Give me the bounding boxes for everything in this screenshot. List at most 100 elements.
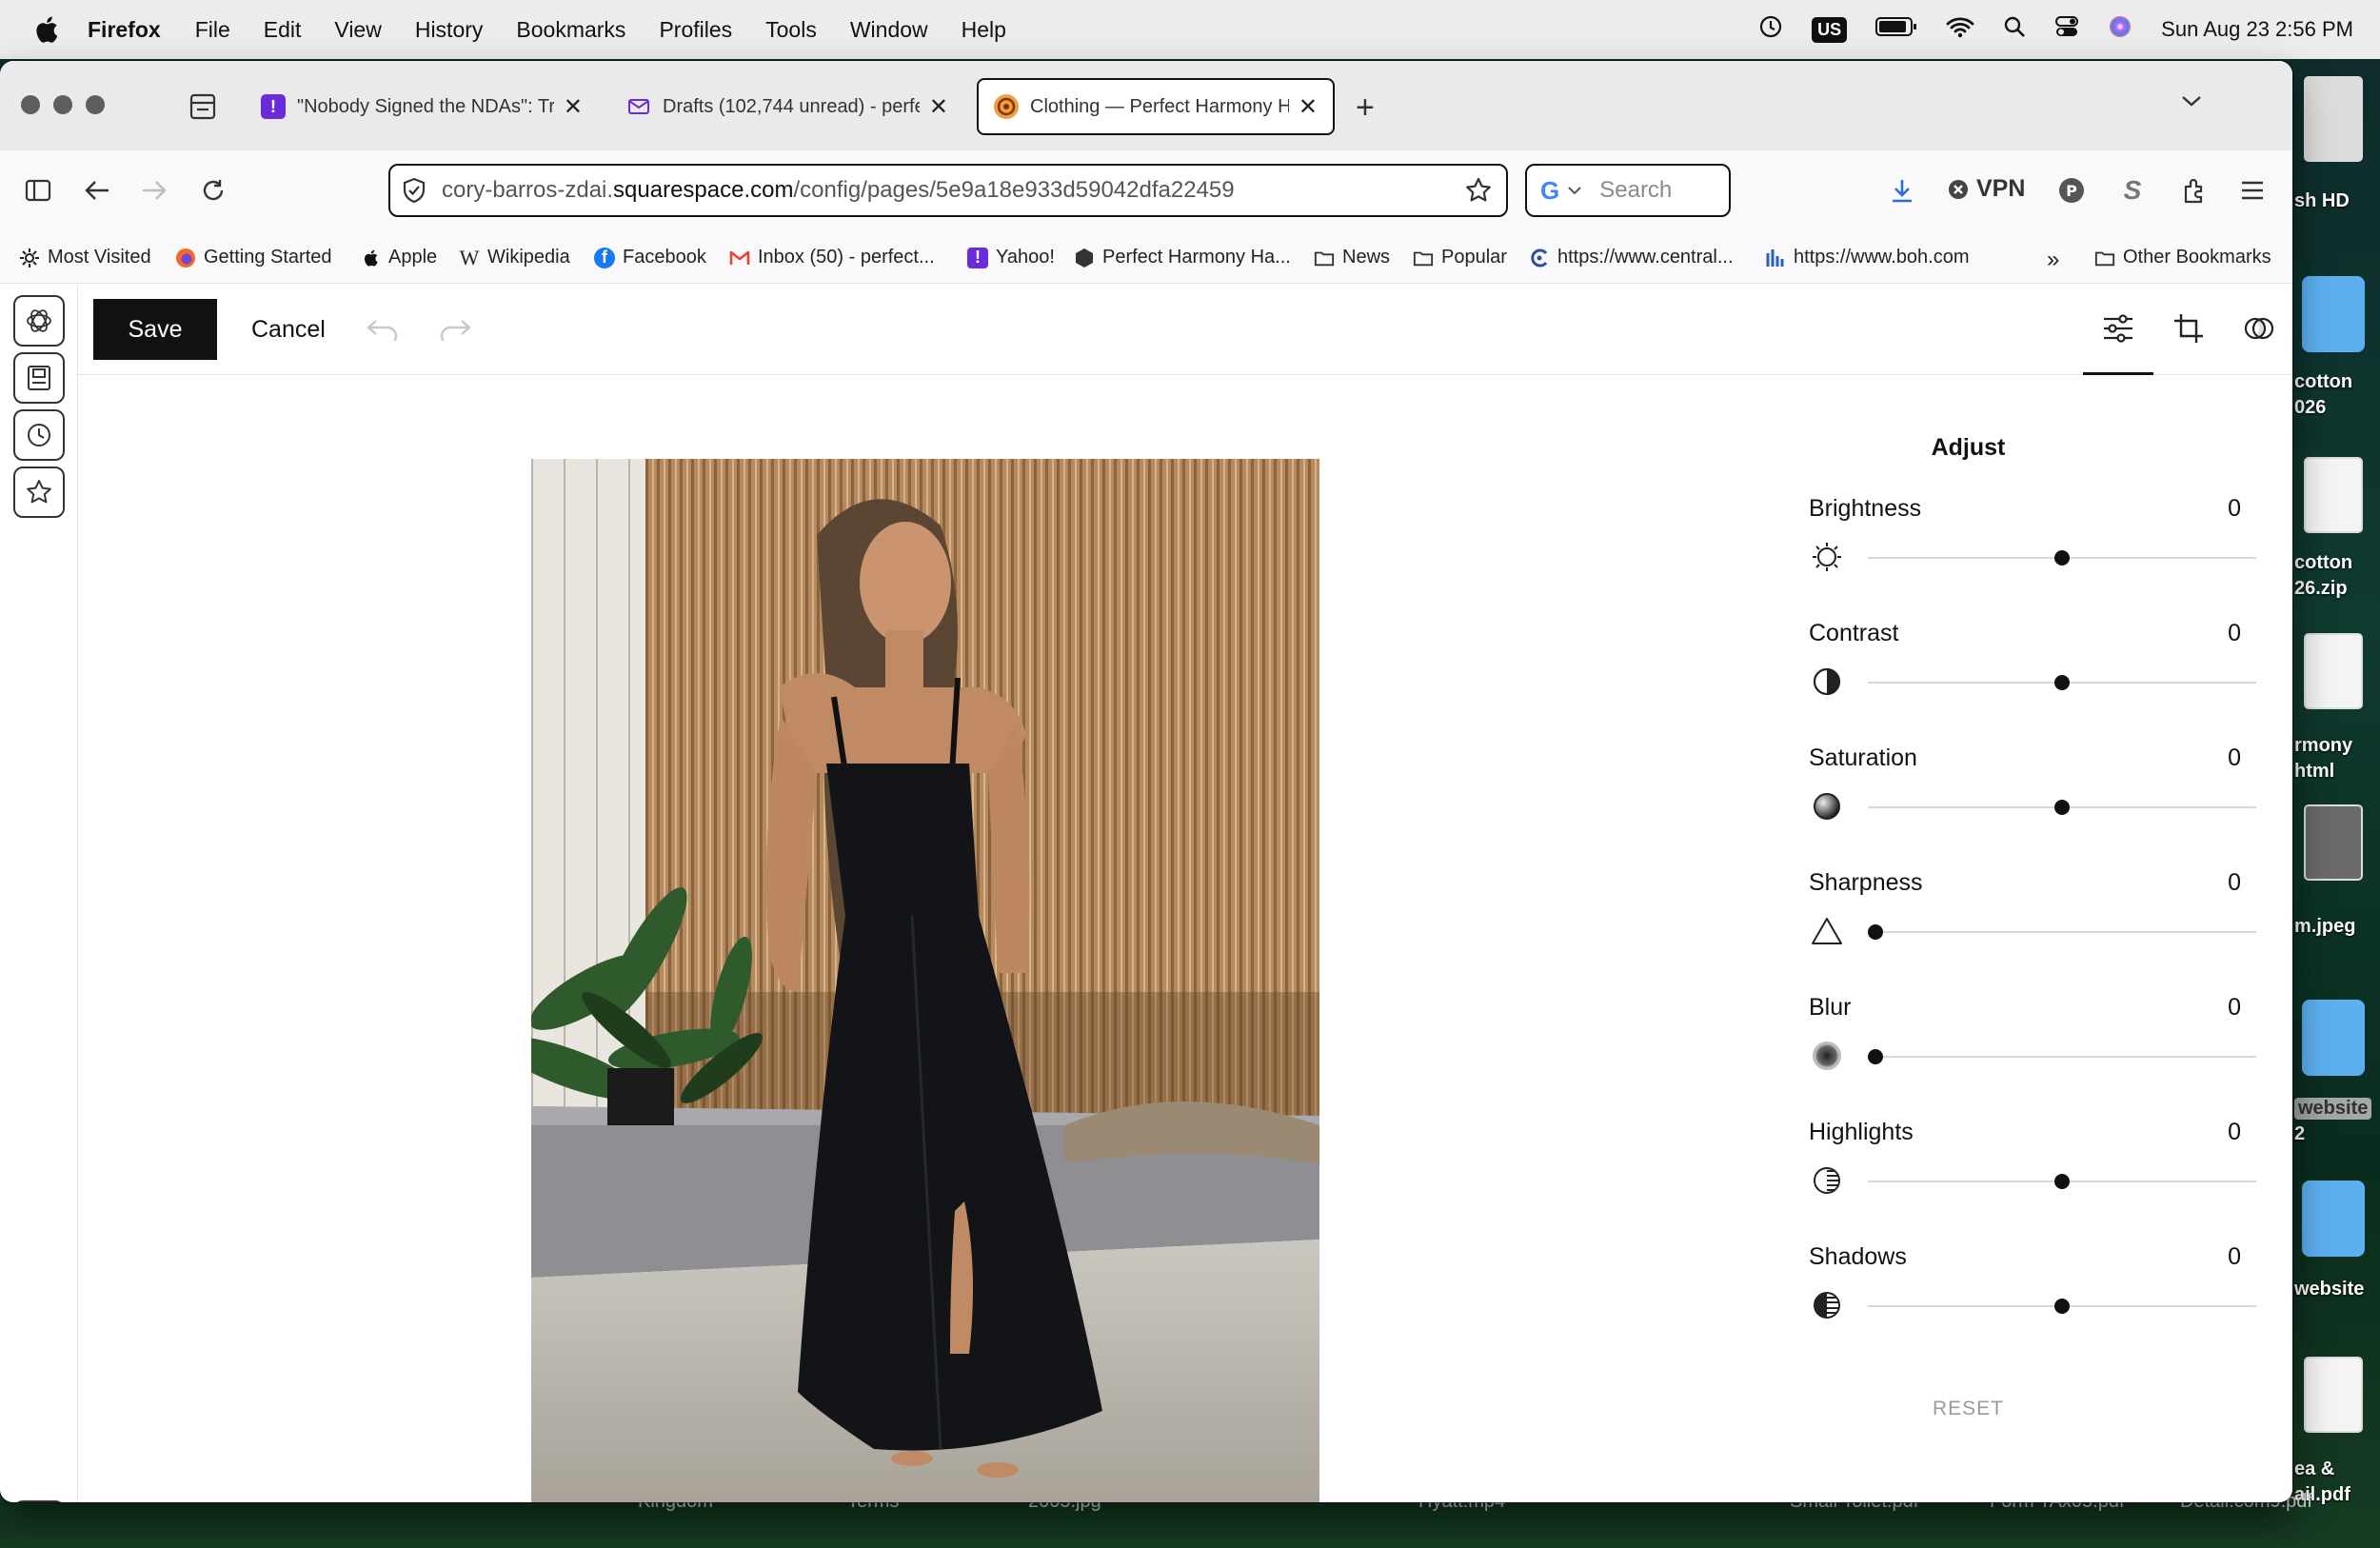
crop-icon[interactable]	[2165, 305, 2212, 352]
window-close-button[interactable]	[21, 95, 40, 114]
save-button[interactable]: Save	[93, 299, 217, 360]
menu-view[interactable]: View	[334, 17, 381, 43]
bookmark-facebook[interactable]: f Facebook	[594, 247, 706, 268]
downloads-icon[interactable]	[1883, 171, 1921, 209]
tab-list-chevron-icon[interactable]	[2180, 93, 2203, 113]
desktop-file-icon[interactable]	[2304, 1357, 2363, 1433]
desktop-label[interactable]: 026	[2294, 397, 2326, 419]
reload-icon[interactable]	[194, 171, 232, 209]
highlights-slider-thumb[interactable]	[2054, 1174, 2070, 1189]
time-machine-icon[interactable]	[1758, 14, 1783, 45]
url-bar[interactable]: cory-barros-zdai.squarespace.com/config/…	[388, 164, 1508, 217]
redo-icon[interactable]	[436, 310, 474, 348]
screenshot-save-icon[interactable]	[13, 352, 65, 404]
vpn-button[interactable]: VPN	[1948, 175, 2025, 203]
back-arrow-icon[interactable]	[78, 171, 116, 209]
menu-profiles[interactable]: Profiles	[659, 17, 732, 43]
bookmark-folder-popular[interactable]: Popular	[1413, 247, 1507, 268]
search-box[interactable]: G Search	[1525, 164, 1731, 217]
siri-icon[interactable]	[2108, 14, 2132, 45]
window-zoom-button[interactable]	[86, 95, 105, 114]
blur-slider-thumb[interactable]	[1868, 1049, 1883, 1064]
bookmark-getting-started[interactable]: Getting Started	[175, 247, 332, 268]
desktop-label[interactable]: sh HD	[2294, 190, 2350, 212]
hamburger-menu-icon[interactable]	[2233, 171, 2271, 209]
tab-drafts[interactable]: Drafts (102,744 unread) - perfe ✕	[611, 78, 963, 135]
search-engine-chevron-icon[interactable]	[1567, 185, 1582, 196]
brightness-value[interactable]: 0	[2228, 495, 2241, 523]
menu-app-name[interactable]: Firefox	[88, 17, 161, 43]
desktop-label[interactable]: cotton	[2294, 552, 2352, 574]
tab-close-icon[interactable]: ✕	[1299, 93, 1318, 121]
history-clock-icon[interactable]	[13, 409, 65, 461]
bookmark-other-bookmarks[interactable]: Other Bookmarks	[2094, 247, 2271, 268]
filters-circles-icon[interactable]	[2235, 305, 2283, 352]
desktop-label[interactable]: website	[2294, 1098, 2372, 1120]
bookmarks-overflow-chevron-icon[interactable]: »	[2047, 247, 2059, 273]
shadows-value[interactable]: 0	[2228, 1243, 2241, 1271]
bookmark-most-visited[interactable]: Most Visited	[19, 247, 151, 268]
favorites-star-icon[interactable]	[13, 466, 65, 518]
menu-file[interactable]: File	[195, 17, 230, 43]
menu-edit[interactable]: Edit	[264, 17, 302, 43]
pocket-p-icon[interactable]: P	[2053, 171, 2091, 209]
tab-close-icon[interactable]: ✕	[929, 93, 948, 121]
desktop-folder-icon[interactable]	[2302, 276, 2365, 352]
sharpness-value[interactable]: 0	[2228, 869, 2241, 897]
sharpness-slider-track[interactable]	[1868, 931, 2256, 933]
tracking-protection-shield-icon[interactable]	[402, 177, 426, 204]
extension-s-icon[interactable]: S	[2113, 171, 2152, 209]
menu-tools[interactable]: Tools	[765, 17, 817, 43]
bookmark-folder-news[interactable]: News	[1314, 247, 1390, 268]
control-center-icon[interactable]	[2054, 14, 2079, 45]
desktop-image-icon[interactable]	[2304, 804, 2363, 881]
bookmark-star-icon[interactable]	[1464, 176, 1493, 205]
blur-value[interactable]: 0	[2228, 994, 2241, 1022]
bookmark-boh[interactable]: https://www.boh.com	[1765, 247, 1970, 268]
tab-close-icon[interactable]: ✕	[564, 93, 583, 121]
wifi-icon[interactable]	[1946, 15, 1974, 44]
desktop-label[interactable]: rmony	[2294, 735, 2352, 757]
tab-nobody-signed[interactable]: ! "Nobody Signed the NDAs": Tra ✕	[246, 78, 598, 135]
forward-arrow-icon[interactable]	[135, 171, 173, 209]
menu-history[interactable]: History	[415, 17, 484, 43]
reset-button[interactable]: RESET	[1780, 1398, 2156, 1420]
chatgpt-icon[interactable]	[13, 295, 65, 347]
shadows-slider-thumb[interactable]	[2054, 1299, 2070, 1314]
desktop-label[interactable]: ea &	[2294, 1459, 2334, 1480]
menu-help[interactable]: Help	[962, 17, 1006, 43]
window-minimize-button[interactable]	[53, 95, 72, 114]
battery-icon[interactable]	[1875, 16, 1917, 43]
settings-gear-icon[interactable]	[13, 1500, 65, 1502]
desktop-folder-icon[interactable]	[2302, 1000, 2365, 1076]
spotlight-search-icon[interactable]	[2003, 15, 2026, 44]
menu-bar-clock[interactable]: Sun Aug 23 2:56 PM	[2161, 17, 2353, 42]
sidebar-toggle-icon[interactable]	[19, 171, 57, 209]
desktop-label[interactable]: 2	[2294, 1123, 2305, 1145]
bookmark-wikipedia[interactable]: W Wikipedia	[459, 246, 570, 269]
sharpness-slider-thumb[interactable]	[1868, 924, 1883, 940]
contrast-slider-thumb[interactable]	[2054, 675, 2070, 690]
apple-menu-icon[interactable]	[32, 14, 61, 45]
bookmark-perfect-harmony[interactable]: Perfect Harmony Ha...	[1074, 247, 1291, 268]
cancel-button[interactable]: Cancel	[251, 299, 326, 360]
desktop-drive-icon[interactable]	[2304, 76, 2363, 162]
highlights-value[interactable]: 0	[2228, 1119, 2241, 1146]
google-icon[interactable]: G	[1540, 176, 1559, 206]
desktop-label[interactable]: 26.zip	[2294, 578, 2348, 600]
tab-clothing-active[interactable]: Clothing — Perfect Harmony Ha ✕	[977, 78, 1335, 135]
new-tab-button[interactable]: +	[1356, 89, 1375, 127]
adjust-sliders-icon[interactable]	[2094, 305, 2142, 352]
desktop-folder-icon[interactable]	[2302, 1181, 2365, 1257]
desktop-file-icon[interactable]	[2304, 633, 2363, 709]
desktop-label[interactable]: m.jpeg	[2294, 916, 2355, 938]
undo-icon[interactable]	[364, 310, 402, 348]
bookmark-apple[interactable]: Apple	[360, 247, 437, 268]
brightness-slider-thumb[interactable]	[2054, 550, 2070, 566]
menu-window[interactable]: Window	[850, 17, 928, 43]
input-source-badge[interactable]: US	[1812, 16, 1848, 43]
menu-bookmarks[interactable]: Bookmarks	[516, 17, 625, 43]
bookmark-yahoo[interactable]: ! Yahoo!	[967, 247, 1055, 268]
desktop-label[interactable]: html	[2294, 761, 2334, 783]
desktop-file-icon[interactable]	[2304, 457, 2363, 533]
